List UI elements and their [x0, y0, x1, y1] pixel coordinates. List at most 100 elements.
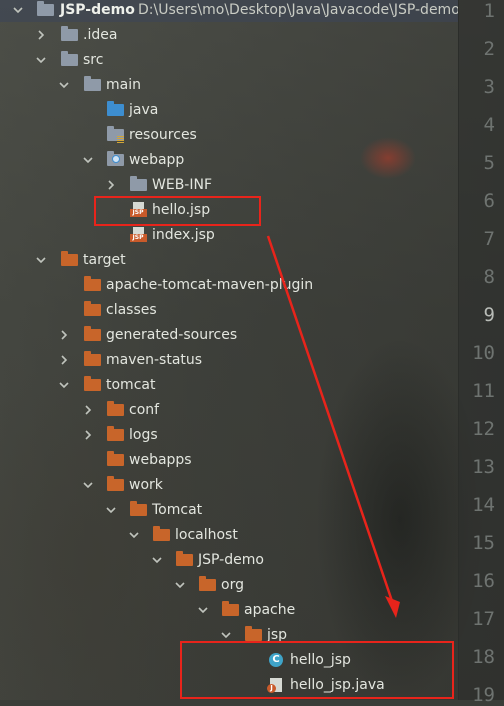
line-number: 7 — [483, 228, 495, 250]
tree-node-webapp[interactable]: webapp — [0, 147, 458, 172]
tree-node-generated-sources[interactable]: generated-sources — [0, 322, 458, 347]
excluded-folder-icon — [83, 325, 101, 343]
line-number: 2 — [483, 38, 495, 60]
tree-node-web-inf[interactable]: WEB-INF — [0, 172, 458, 197]
tree-node-java[interactable]: java — [0, 97, 458, 122]
chevron-down-icon[interactable] — [195, 602, 211, 618]
chevron-right-icon[interactable] — [80, 427, 96, 443]
tree-node-label: webapp — [129, 151, 185, 168]
line-number: 10 — [472, 342, 495, 364]
tree-node-maven-status[interactable]: maven-status — [0, 347, 458, 372]
line-number: 14 — [472, 494, 495, 516]
source-folder-icon — [106, 100, 124, 118]
tree-node-label: apache — [244, 601, 296, 618]
tree-node-label: Tomcat — [152, 501, 203, 518]
tree-node-apache[interactable]: apache — [0, 597, 458, 622]
tree-node-work[interactable]: work — [0, 472, 458, 497]
tree-node-classes[interactable]: classes — [0, 297, 458, 322]
line-number: 1 — [483, 0, 495, 22]
chevron-right-icon[interactable] — [33, 27, 49, 43]
excluded-folder-icon — [106, 450, 124, 468]
tree-node-tomcat[interactable]: tomcat — [0, 372, 458, 397]
folder-icon — [129, 175, 147, 193]
tree-node-logs[interactable]: logs — [0, 422, 458, 447]
resources-folder-icon — [106, 125, 124, 143]
line-number: 8 — [483, 266, 495, 288]
tree-node-webapps[interactable]: webapps — [0, 447, 458, 472]
excluded-folder-icon — [106, 425, 124, 443]
excluded-folder-icon — [83, 300, 101, 318]
web-folder-icon — [106, 150, 124, 168]
chevron-down-icon[interactable] — [33, 52, 49, 68]
line-number: 16 — [472, 570, 495, 592]
chevron-down-icon[interactable] — [172, 577, 188, 593]
tree-node-label: resources — [129, 126, 197, 143]
tree-node-label: index.jsp — [152, 226, 215, 243]
chevron-right-icon[interactable] — [56, 327, 72, 343]
tree-node-label: JSP-demo — [198, 551, 264, 568]
tree-node-label: maven-status — [106, 351, 203, 368]
tree-node-org[interactable]: org — [0, 572, 458, 597]
project-name: JSP-demo — [60, 1, 135, 18]
tree-node-label: tomcat — [106, 376, 156, 393]
chevron-down-icon[interactable] — [80, 477, 96, 493]
chevron-down-icon[interactable] — [126, 527, 142, 543]
chevron-down-icon[interactable] — [149, 552, 165, 568]
folder-icon — [60, 25, 78, 43]
chevron-right-icon[interactable] — [56, 352, 72, 368]
tree-node-project-root[interactable]: JSP-demo D:\Users\mo\Desktop\Java\Javaco… — [0, 0, 460, 22]
tree-node-conf[interactable]: conf — [0, 397, 458, 422]
tree-node-src[interactable]: src — [0, 47, 458, 72]
chevron-down-icon[interactable] — [56, 77, 72, 93]
excluded-folder-icon — [221, 600, 239, 618]
chevron-right-icon[interactable] — [103, 177, 119, 193]
folder-icon — [60, 50, 78, 68]
excluded-folder-icon — [106, 475, 124, 493]
excluded-folder-icon — [152, 525, 170, 543]
chevron-down-icon[interactable] — [56, 377, 72, 393]
tree-node-label: main — [106, 76, 141, 93]
tree-node-localhost[interactable]: localhost — [0, 522, 458, 547]
excluded-folder-icon — [129, 500, 147, 518]
line-number: 18 — [472, 646, 495, 668]
excluded-folder-icon — [83, 275, 101, 293]
tree-node-label: java — [129, 101, 159, 118]
tree-node-resources[interactable]: resources — [0, 122, 458, 147]
highlight-box-generated-files — [180, 641, 454, 699]
line-number: 4 — [483, 114, 495, 136]
chevron-down-icon[interactable] — [33, 252, 49, 268]
tree-node-tomcat-work[interactable]: Tomcat — [0, 497, 458, 522]
tree-node-label: target — [83, 251, 126, 268]
chevron-right-icon[interactable] — [80, 402, 96, 418]
line-number: 15 — [472, 532, 495, 554]
chevron-down-icon[interactable] — [80, 152, 96, 168]
tree-node-label: logs — [129, 426, 158, 443]
tree-node-label: classes — [106, 301, 157, 318]
tree-node-apache-tomcat-maven-plugin[interactable]: apache-tomcat-maven-plugin — [0, 272, 458, 297]
tree-node-jsp-demo-work[interactable]: JSP-demo — [0, 547, 458, 572]
project-tree: JSP-demo D:\Users\mo\Desktop\Java\Javaco… — [0, 0, 460, 700]
tree-node-label: src — [83, 51, 104, 68]
excluded-folder-icon — [175, 550, 193, 568]
excluded-folder-icon — [106, 400, 124, 418]
tree-node-target[interactable]: target — [0, 247, 458, 272]
tree-node-main[interactable]: main — [0, 72, 458, 97]
excluded-folder-icon — [83, 350, 101, 368]
tree-node-label: localhost — [175, 526, 238, 543]
chevron-down-icon[interactable] — [103, 502, 119, 518]
line-number: 17 — [472, 608, 495, 630]
chevron-down-icon[interactable] — [10, 2, 26, 18]
excluded-folder-icon — [60, 250, 78, 268]
tree-node-label: webapps — [129, 451, 192, 468]
highlight-box-hello-jsp — [94, 196, 261, 226]
line-number: 19 — [472, 684, 495, 706]
tree-node-label: generated-sources — [106, 326, 238, 343]
folder-icon — [83, 75, 101, 93]
tree-node-label: apache-tomcat-maven-plugin — [106, 276, 314, 293]
tree-node-label: conf — [129, 401, 160, 418]
tree-node-idea[interactable]: .idea — [0, 22, 458, 47]
line-number: 5 — [483, 152, 495, 174]
line-number-gutter: 1 2 3 4 5 6 7 8 9 10 11 12 13 14 15 16 1… — [458, 0, 504, 706]
project-folder-icon — [36, 0, 54, 18]
line-number: 3 — [483, 76, 495, 98]
